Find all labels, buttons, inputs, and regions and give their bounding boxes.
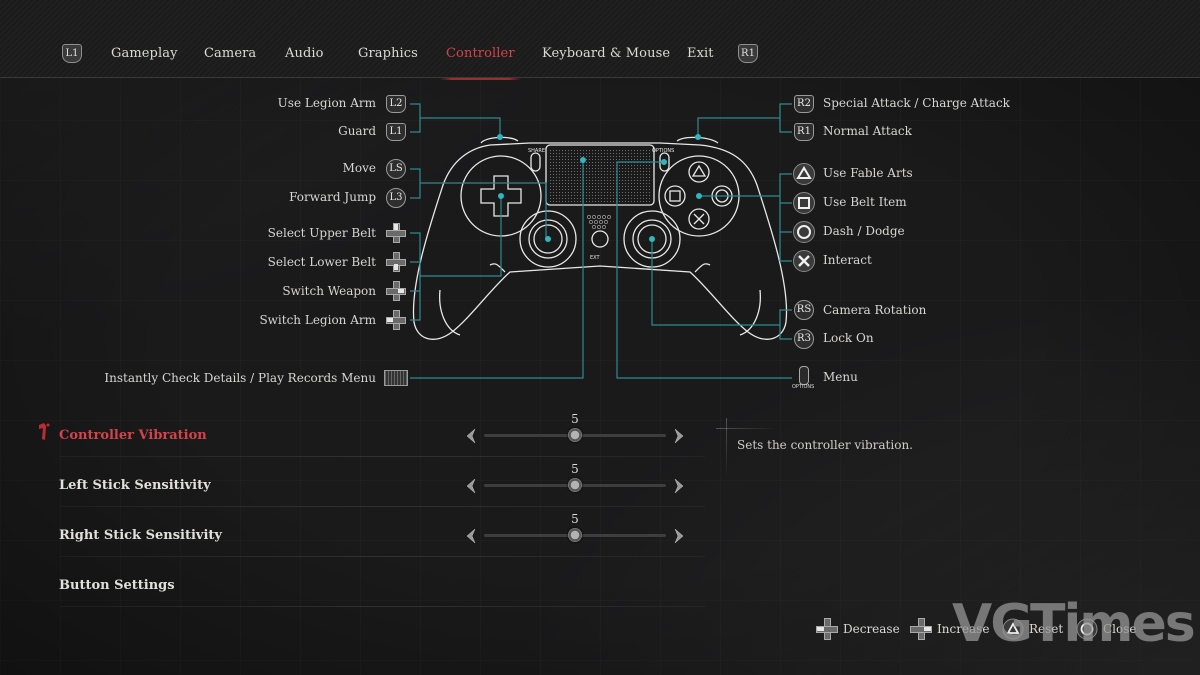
action-lock-on: Lock On: [823, 331, 874, 345]
action-use-legion-arm: Use Legion Arm: [277, 96, 376, 110]
cross-button-icon: [793, 250, 815, 272]
tab-keyboard-mouse[interactable]: Keyboard & Mouse: [542, 46, 670, 61]
slider-knob[interactable]: [568, 428, 582, 442]
right-stick-icon: RS: [794, 300, 814, 320]
r1-shoulder-button-icon[interactable]: R1: [738, 44, 758, 63]
hint-label: Decrease: [843, 622, 900, 636]
r3-button-icon: R3: [794, 329, 814, 349]
setting-label: Button Settings: [59, 578, 175, 593]
setting-right-stick-sensitivity[interactable]: Right Stick Sensitivity 5: [40, 509, 705, 557]
l3-button-icon: L3: [386, 188, 406, 208]
slider-value: 5: [571, 462, 579, 476]
vibration-slider[interactable]: 5: [466, 409, 684, 457]
action-guard: Guard: [338, 124, 376, 138]
row-divider: [60, 506, 705, 507]
r2-button-icon: R2: [794, 95, 814, 113]
top-navigation-bar: L1 Gameplay Camera Audio Graphics Contro…: [0, 0, 1200, 80]
setting-left-stick-sensitivity[interactable]: Left Stick Sensitivity 5: [40, 459, 705, 507]
dpad-up-icon: [386, 223, 406, 243]
decrease-arrow-icon[interactable]: [466, 428, 476, 444]
dpad-left-icon: [816, 618, 838, 640]
action-check-details: Instantly Check Details / Play Records M…: [104, 371, 376, 385]
action-move: Move: [342, 161, 376, 175]
action-use-fable-arts: Use Fable Arts: [823, 166, 913, 180]
setting-label: Left Stick Sensitivity: [59, 478, 211, 493]
corner-line: [726, 418, 727, 478]
l2-button-icon: L2: [386, 95, 406, 113]
left-stick-icon: LS: [386, 159, 406, 179]
left-stick-slider[interactable]: 5: [466, 459, 684, 507]
settings-tabs: Gameplay Camera Audio Graphics Controlle…: [0, 40, 1200, 80]
tab-controller[interactable]: Controller: [440, 46, 521, 80]
touchpad-icon: [384, 370, 408, 386]
hint-increase[interactable]: Increase: [910, 618, 989, 640]
slider-value: 5: [571, 412, 579, 426]
action-dash-dodge: Dash / Dodge: [823, 224, 905, 238]
tab-graphics[interactable]: Graphics: [358, 46, 418, 61]
decrease-arrow-icon[interactable]: [466, 528, 476, 544]
button-hints: Decrease Increase Reset Close: [816, 618, 1156, 640]
tab-camera[interactable]: Camera: [204, 46, 256, 61]
circle-button-icon: [793, 221, 815, 243]
action-switch-weapon: Switch Weapon: [282, 284, 376, 298]
setting-button-settings[interactable]: Button Settings: [40, 559, 705, 607]
hint-reset[interactable]: Reset: [1002, 618, 1063, 640]
slider-knob[interactable]: [568, 528, 582, 542]
row-divider: [60, 556, 705, 557]
action-camera-rotation: Camera Rotation: [823, 303, 927, 317]
square-button-icon: [793, 192, 815, 214]
triangle-button-icon: [793, 163, 815, 185]
action-select-upper-belt: Select Upper Belt: [267, 226, 376, 240]
action-normal-attack: Normal Attack: [823, 124, 912, 138]
tab-gameplay[interactable]: Gameplay: [111, 46, 178, 61]
dpad-right-icon: [386, 281, 406, 301]
dpad-left-icon: [386, 310, 406, 330]
dpad-down-icon: [386, 252, 406, 272]
dpad-right-icon: [910, 618, 932, 640]
setting-label: Right Stick Sensitivity: [59, 528, 222, 543]
r1-button-icon: R1: [794, 123, 814, 141]
tab-exit[interactable]: Exit: [687, 46, 714, 61]
row-divider: [60, 606, 705, 607]
action-special-attack: Special Attack / Charge Attack: [823, 96, 1010, 110]
action-use-belt-item: Use Belt Item: [823, 195, 907, 209]
hint-decrease[interactable]: Decrease: [816, 618, 900, 640]
slider-knob[interactable]: [568, 478, 582, 492]
options-button-icon: OPTIONS: [792, 366, 814, 392]
selection-marker-icon: [39, 423, 50, 440]
l1-button-icon: L1: [386, 123, 406, 141]
corner-line: [716, 428, 776, 429]
increase-arrow-icon[interactable]: [674, 478, 684, 494]
setting-label: Controller Vibration: [59, 428, 207, 443]
decrease-arrow-icon[interactable]: [466, 478, 476, 494]
hint-label: Close: [1103, 622, 1137, 636]
action-select-lower-belt: Select Lower Belt: [267, 255, 376, 269]
triangle-button-icon: [1002, 618, 1024, 640]
hint-close[interactable]: Close: [1076, 618, 1137, 640]
action-forward-jump: Forward Jump: [289, 190, 376, 204]
tab-audio[interactable]: Audio: [285, 46, 324, 61]
hint-label: Reset: [1029, 622, 1064, 636]
right-stick-slider[interactable]: 5: [466, 509, 684, 557]
increase-arrow-icon[interactable]: [674, 528, 684, 544]
setting-description-panel: Sets the controller vibration.: [716, 418, 1016, 478]
hint-label: Increase: [937, 622, 990, 636]
increase-arrow-icon[interactable]: [674, 428, 684, 444]
action-interact: Interact: [823, 253, 872, 267]
setting-description: Sets the controller vibration.: [737, 438, 913, 452]
slider-value: 5: [571, 512, 579, 526]
action-menu: Menu: [823, 370, 858, 384]
action-switch-legion-arm: Switch Legion Arm: [259, 313, 376, 327]
row-divider: [60, 456, 705, 457]
setting-controller-vibration[interactable]: Controller Vibration 5: [39, 409, 705, 457]
circle-button-icon: [1076, 618, 1098, 640]
